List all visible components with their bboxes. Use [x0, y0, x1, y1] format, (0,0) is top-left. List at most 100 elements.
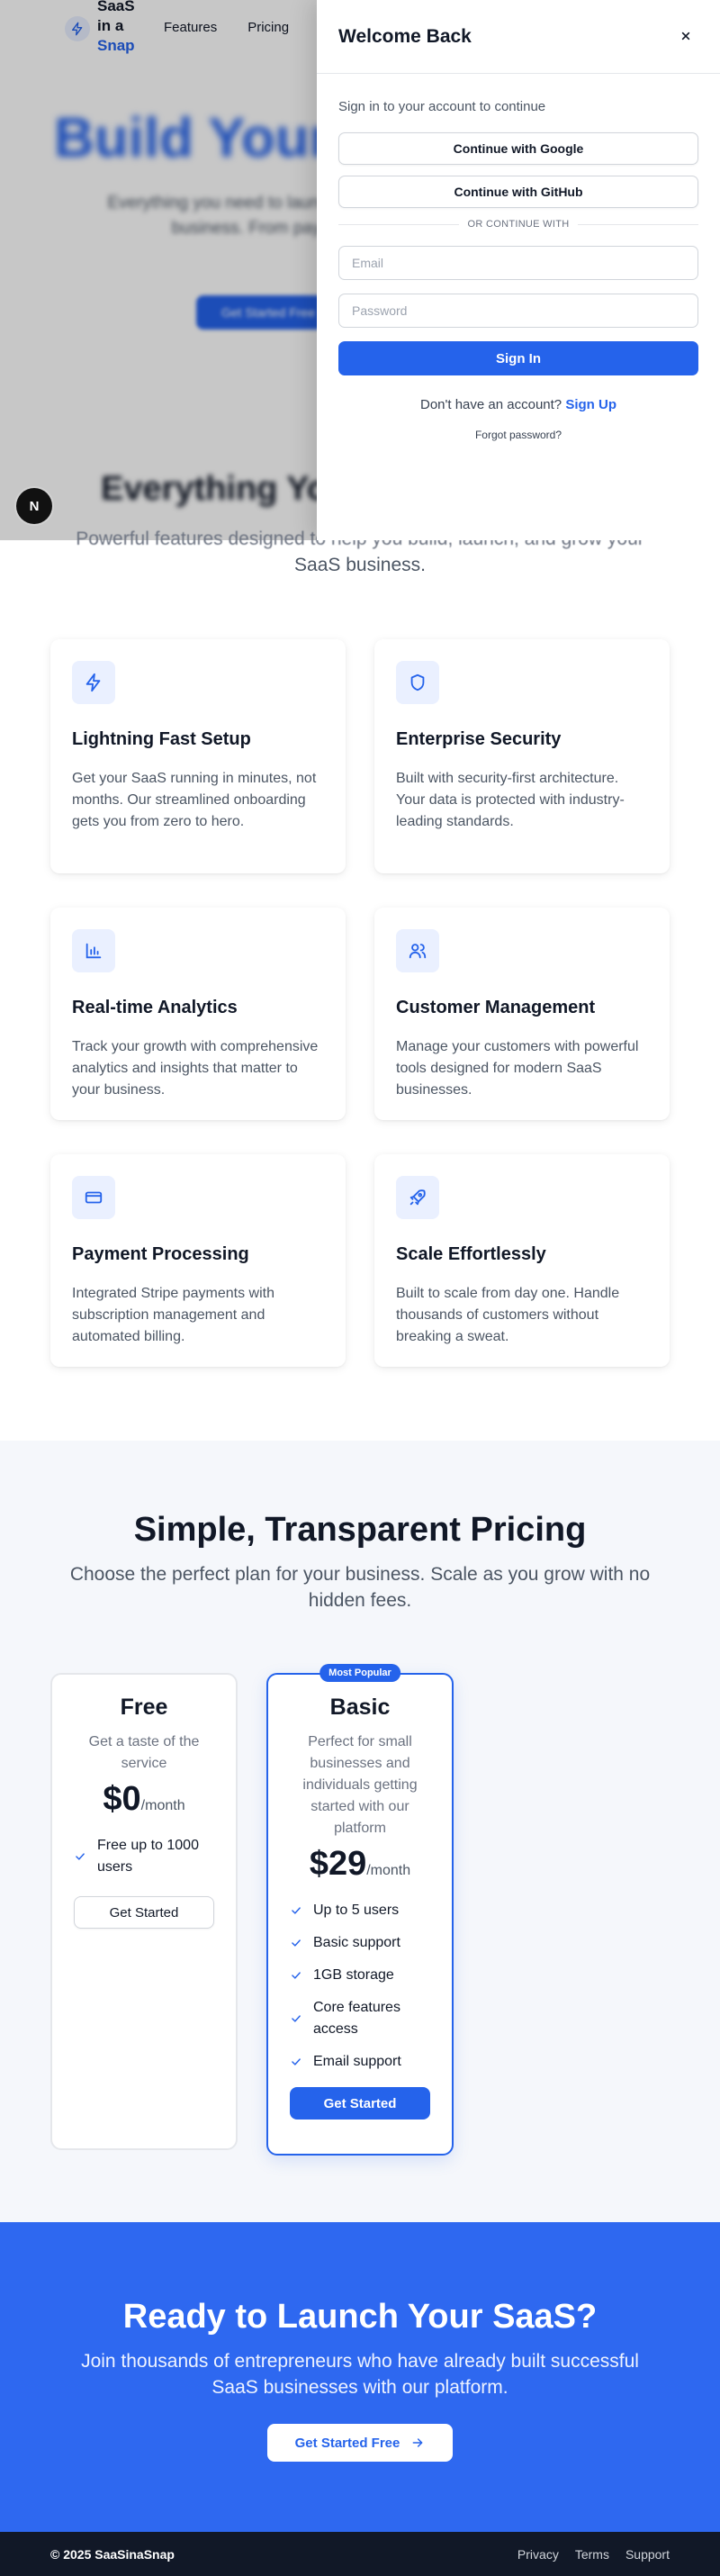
- pricing-plan-free: Free Get a taste of the service $0/month…: [50, 1673, 238, 2150]
- plan-feature-text: 1GB storage: [313, 1967, 394, 1983]
- plan-feature-text: Core features access: [313, 2000, 400, 2037]
- plan-feature-text: Basic support: [313, 1935, 400, 1950]
- pricing-subtitle: Choose the perfect plan for your busines…: [69, 1564, 651, 1611]
- plan-price: $0/month: [74, 1780, 214, 1819]
- feature-card: Enterprise Security Built with security-…: [374, 639, 670, 873]
- feature-title: Enterprise Security: [396, 729, 562, 749]
- features-section: Powerful features designed to help you b…: [0, 529, 720, 1441]
- plan-feature-text: Free up to 1000 users: [97, 1838, 199, 1875]
- github-signin-button[interactable]: Continue with GitHub: [338, 176, 698, 208]
- divider-line-right: [578, 223, 698, 225]
- feature-card: Customer Management Manage your customer…: [374, 908, 670, 1120]
- feature-title: Real-time Analytics: [72, 998, 238, 1017]
- pricing-plan-basic: Most Popular Basic Perfect for small bus…: [266, 1664, 454, 2156]
- plan-price-period: /month: [366, 1863, 411, 1878]
- close-icon[interactable]: [679, 29, 693, 43]
- signup-row: Don't have an account? Sign Up: [338, 397, 698, 412]
- feature-card: Payment Processing Integrated Stripe pay…: [50, 1154, 346, 1367]
- feature-title: Customer Management: [396, 998, 596, 1017]
- free-get-started-button[interactable]: Get Started: [74, 1896, 214, 1929]
- plan-feature: 1GB storage: [290, 1965, 430, 1986]
- plan-feature: Up to 5 users: [290, 1900, 430, 1921]
- footer-link-support[interactable]: Support: [626, 2547, 670, 2562]
- feature-title: Scale Effortlessly: [396, 1244, 546, 1264]
- feature-title: Payment Processing: [72, 1244, 249, 1264]
- feature-title: Lightning Fast Setup: [72, 729, 251, 749]
- no-account-text: Don't have an account?: [420, 397, 562, 412]
- google-signin-button[interactable]: Continue with Google: [338, 132, 698, 165]
- feature-description: Integrated Stripe payments with subscrip…: [72, 1286, 275, 1344]
- feature-description: Built with security-first architecture. …: [396, 771, 625, 829]
- credit-card-icon: [85, 1191, 103, 1204]
- footer-link-terms[interactable]: Terms: [575, 2547, 609, 2562]
- users-icon: [409, 944, 427, 959]
- plan-price-amount: $0: [103, 1780, 141, 1818]
- footer-link-privacy[interactable]: Privacy: [518, 2547, 559, 2562]
- footer: © 2025 SaaSinaSnap Privacy Terms Support: [0, 2532, 720, 2576]
- divider: OR CONTINUE WITH: [338, 219, 698, 230]
- plan-feature: Basic support: [290, 1932, 430, 1954]
- cta-section: Ready to Launch Your SaaS? Join thousand…: [0, 2222, 720, 2532]
- feature-description: Built to scale from day one. Handle thou…: [396, 1286, 620, 1344]
- feature-icon-badge: [396, 929, 439, 972]
- plan-description: Perfect for small businesses and individ…: [302, 1734, 418, 1836]
- modal-body: Sign in to your account to continue Cont…: [317, 74, 720, 441]
- forgot-password-link[interactable]: Forgot password?: [338, 429, 698, 441]
- plan-name: Free: [120, 1695, 168, 1720]
- plan-feature: Free up to 1000 users: [74, 1835, 214, 1878]
- plan-feature-text: Email support: [313, 2054, 401, 2069]
- arrow-right-icon: [412, 2438, 423, 2447]
- check-icon: [292, 1939, 301, 1947]
- feature-icon-badge: [72, 661, 115, 704]
- check-icon: [292, 2015, 301, 2022]
- cta-get-started-button[interactable]: Get Started Free: [267, 2424, 453, 2462]
- footer-links: Privacy Terms Support: [518, 2547, 670, 2562]
- plan-price: $29/month: [290, 1845, 430, 1884]
- sign-in-button[interactable]: Sign In: [338, 341, 698, 375]
- feature-icon-badge: [72, 1176, 115, 1219]
- modal-description: Sign in to your account to continue: [338, 99, 546, 114]
- check-icon: [292, 2058, 301, 2065]
- next-dev-badge[interactable]: N: [16, 488, 52, 524]
- password-field[interactable]: [338, 294, 698, 328]
- check-icon: [76, 1853, 85, 1860]
- feature-description: Get your SaaS running in minutes, not mo…: [72, 771, 317, 829]
- feature-description: Track your growth with comprehensive ana…: [72, 1039, 319, 1098]
- divider-text: OR CONTINUE WITH: [467, 219, 570, 230]
- email-field[interactable]: [338, 246, 698, 280]
- modal-title: Welcome Back: [338, 26, 472, 47]
- feature-card: Lightning Fast Setup Get your SaaS runni…: [50, 639, 346, 873]
- feature-description: Manage your customers with powerful tool…: [396, 1039, 639, 1098]
- most-popular-badge: Most Popular: [320, 1664, 400, 1682]
- plan-price-period: /month: [140, 1798, 185, 1813]
- sign-in-modal: Welcome Back Sign in to your account to …: [317, 0, 720, 540]
- plan-price-amount: $29: [309, 1845, 367, 1883]
- check-icon: [292, 1907, 301, 1914]
- plan-description: Get a taste of the service: [88, 1734, 200, 1771]
- shield-icon: [410, 673, 425, 691]
- pricing-title: Simple, Transparent Pricing: [133, 1511, 587, 1549]
- feature-icon-badge: [396, 661, 439, 704]
- divider-line-left: [338, 223, 459, 225]
- rocket-icon: [410, 1189, 426, 1206]
- modal-header: Welcome Back: [317, 0, 720, 74]
- lightning-icon: [86, 673, 101, 692]
- hero-section: SaaS in a Snap Features Pricing Build Yo…: [0, 0, 720, 540]
- footer-copyright: © 2025 SaaSinaSnap: [50, 2546, 175, 2562]
- feature-card: Real-time Analytics Track your growth wi…: [50, 908, 346, 1120]
- pricing-section: Simple, Transparent Pricing Choose the p…: [0, 1441, 720, 2222]
- feature-icon-badge: [396, 1176, 439, 1219]
- basic-get-started-button[interactable]: Get Started: [290, 2087, 430, 2120]
- plan-feature-text: Up to 5 users: [313, 1903, 400, 1918]
- plan-feature: Core features access: [290, 1997, 430, 2040]
- check-icon: [292, 1972, 301, 1979]
- plan-feature: Email support: [290, 2051, 430, 2073]
- features-subtitle-line-2: SaaS business.: [294, 555, 426, 575]
- cta-subtitle: Join thousands of entrepreneurs who have…: [81, 2351, 639, 2398]
- feature-card: Scale Effortlessly Built to scale from d…: [374, 1154, 670, 1367]
- feature-icon-badge: [72, 929, 115, 972]
- cta-title: Ready to Launch Your SaaS?: [122, 2298, 598, 2336]
- plan-name: Basic: [329, 1695, 391, 1720]
- bar-chart-icon: [86, 943, 102, 959]
- sign-up-link[interactable]: Sign Up: [565, 397, 616, 412]
